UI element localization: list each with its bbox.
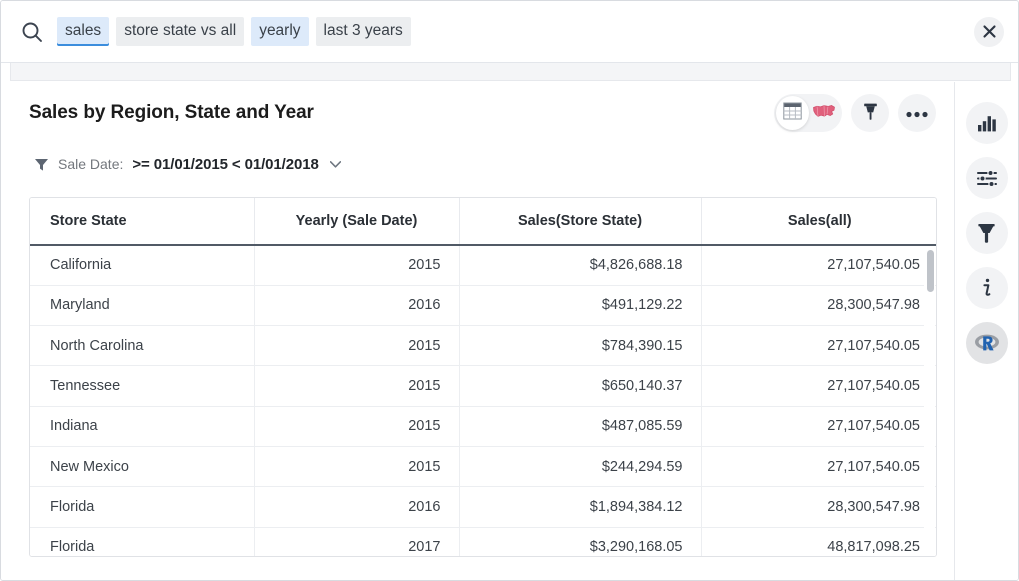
table-row[interactable]: Tennessee 2015 $650,140.37 27,107,540.05	[30, 365, 936, 407]
cell-year: 2016	[254, 285, 460, 327]
table-row[interactable]: California 2015 $4,826,688.18 27,107,540…	[30, 245, 936, 286]
search-bar[interactable]: sales store state vs all yearly last 3 y…	[1, 1, 1018, 63]
table-body: California 2015 $4,826,688.18 27,107,540…	[30, 245, 936, 556]
more-options-button[interactable]	[898, 94, 936, 132]
visualization-actions	[774, 94, 936, 132]
cell-sales-all: 28,300,547.98	[701, 486, 936, 528]
table-row[interactable]: North Carolina 2015 $784,390.15 27,107,5…	[30, 325, 936, 367]
table-row[interactable]: Florida 2017 $3,290,168.05 48,817,098.25	[30, 527, 936, 556]
cell-year: 2015	[254, 365, 460, 407]
close-icon	[982, 25, 996, 38]
table-scrollbar-thumb[interactable]	[927, 250, 934, 292]
cell-year: 2015	[254, 446, 460, 488]
cell-year: 2015	[254, 245, 460, 286]
column-header-sales-all[interactable]: Sales(all)	[701, 198, 936, 246]
data-table: Store State Yearly (Sale Date) Sales(Sto…	[30, 198, 936, 556]
column-header-yearly-sale-date[interactable]: Yearly (Sale Date)	[254, 198, 460, 246]
search-chips: sales store state vs all yearly last 3 y…	[57, 17, 964, 46]
cell-store-state: California	[30, 245, 255, 286]
cell-year: 2016	[254, 486, 460, 528]
filter-value[interactable]: >= 01/01/2015 < 01/01/2018	[132, 156, 318, 173]
info-icon	[981, 278, 993, 298]
sidebar-item-chart[interactable]	[965, 102, 1008, 144]
page-title: Sales by Region, State and Year	[29, 102, 314, 123]
view-mode-toggle[interactable]	[774, 94, 842, 132]
table-icon	[783, 102, 802, 125]
table-scrollbar-track[interactable]	[924, 246, 935, 556]
table-view-option[interactable]	[776, 96, 809, 130]
search-chip-last-3-years[interactable]: last 3 years	[315, 17, 411, 46]
search-chip-yearly[interactable]: yearly	[251, 17, 309, 46]
sidebar-item-info[interactable]	[965, 267, 1008, 309]
cell-sales-store-state: $1,894,384.12	[459, 486, 702, 528]
chart-icon	[977, 115, 997, 132]
table-row[interactable]: New Mexico 2015 $244,294.59 27,107,540.0…	[30, 446, 936, 488]
search-chip-sales[interactable]: sales	[57, 17, 110, 46]
search-chip-store-state-vs-all[interactable]: store state vs all	[116, 17, 245, 46]
map-view-option[interactable]	[809, 96, 840, 130]
cell-year: 2015	[254, 325, 460, 367]
pin-button[interactable]	[851, 94, 889, 132]
cell-store-state: Indiana	[30, 406, 255, 447]
cell-store-state: North Carolina	[30, 325, 255, 367]
filter-row: Sale Date: >= 01/01/2015 < 01/01/2018	[1, 144, 956, 184]
cell-store-state: Tennessee	[30, 365, 255, 407]
column-header-sales-store-state[interactable]: Sales(Store State)	[459, 198, 702, 246]
settings-sliders-icon	[976, 169, 997, 187]
table-row[interactable]: Florida 2016 $1,894,384.12 28,300,547.98	[30, 486, 936, 528]
toolbar-band	[10, 63, 1011, 81]
table-header: Store State Yearly (Sale Date) Sales(Sto…	[30, 198, 936, 246]
cell-store-state: New Mexico	[30, 446, 255, 488]
sidebar-item-filter[interactable]	[965, 212, 1008, 254]
cell-sales-store-state: $784,390.15	[459, 325, 702, 367]
visualization-header: Sales by Region, State and Year	[1, 82, 956, 144]
cell-year: 2017	[254, 527, 460, 556]
sidebar-item-r-language[interactable]	[965, 322, 1008, 364]
cell-sales-store-state: $244,294.59	[459, 446, 702, 488]
cell-sales-all: 48,817,098.25	[701, 527, 936, 556]
right-sidebar	[954, 82, 1018, 580]
cell-store-state: Florida	[30, 486, 255, 528]
filter-funnel-icon	[977, 223, 996, 244]
column-header-store-state[interactable]: Store State	[30, 198, 255, 246]
r-language-icon	[973, 332, 1001, 354]
close-button[interactable]	[974, 16, 1004, 47]
cell-sales-store-state: $491,129.22	[459, 285, 702, 327]
filter-label: Sale Date:	[58, 156, 124, 172]
app-window: sales store state vs all yearly last 3 y…	[0, 0, 1019, 581]
cell-sales-all: 27,107,540.05	[701, 245, 936, 286]
cell-year: 2015	[254, 406, 460, 447]
cell-sales-all: 27,107,540.05	[701, 446, 936, 488]
cell-sales-store-state: $487,085.59	[459, 406, 702, 447]
data-table-container: Store State Yearly (Sale Date) Sales(Sto…	[29, 197, 937, 557]
cell-sales-store-state: $3,290,168.05	[459, 527, 702, 556]
us-map-icon	[812, 103, 836, 124]
sidebar-item-settings[interactable]	[965, 157, 1008, 199]
cell-sales-all: 27,107,540.05	[701, 325, 936, 367]
pin-icon	[861, 102, 880, 125]
cell-sales-all: 27,107,540.05	[701, 406, 936, 447]
cell-sales-store-state: $650,140.37	[459, 365, 702, 407]
search-icon[interactable]	[19, 19, 45, 45]
table-header-row: Store State Yearly (Sale Date) Sales(Sto…	[30, 198, 936, 246]
funnel-icon	[34, 157, 49, 172]
cell-store-state: Florida	[30, 527, 255, 556]
table-row[interactable]: Maryland 2016 $491,129.22 28,300,547.98	[30, 285, 936, 327]
table-row[interactable]: Indiana 2015 $487,085.59 27,107,540.05	[30, 406, 936, 447]
cell-store-state: Maryland	[30, 285, 255, 327]
cell-sales-store-state: $4,826,688.18	[459, 245, 702, 286]
main-panel: Sales by Region, State and Year Sale Dat…	[1, 82, 956, 580]
more-options-icon	[906, 106, 928, 121]
cell-sales-all: 27,107,540.05	[701, 365, 936, 407]
cell-sales-all: 28,300,547.98	[701, 285, 936, 327]
chevron-down-icon[interactable]	[330, 158, 342, 170]
